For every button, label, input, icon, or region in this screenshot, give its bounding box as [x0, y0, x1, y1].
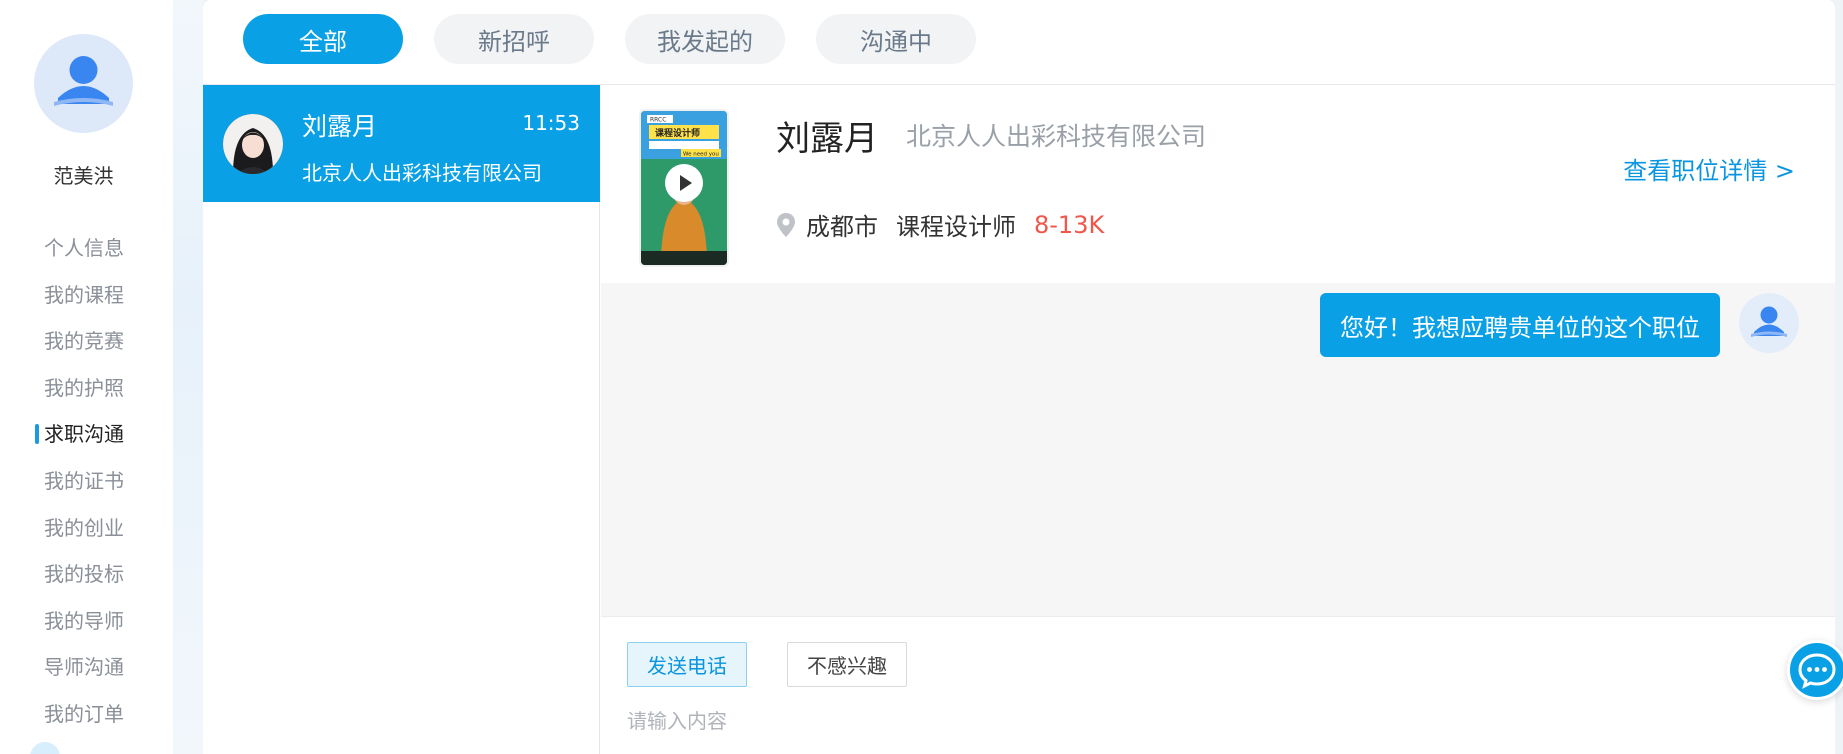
contact-avatar [223, 114, 283, 174]
sidebar-item-my-competitions[interactable]: 我的竞赛 [0, 329, 167, 376]
conversation-list: 刘露月 11:53 北京人人出彩科技有限公司 [203, 85, 600, 754]
conversation-company: 北京人人出彩科技有限公司 [302, 161, 542, 185]
tab-new-greetings[interactable]: 新招呼 [434, 14, 594, 64]
conversation-time: 11:53 [522, 111, 580, 135]
user-name: 范美洪 [53, 164, 114, 188]
job-company: 北京人人出彩科技有限公司 [906, 122, 1207, 151]
sidebar-item-my-passport[interactable]: 我的护照 [0, 376, 167, 423]
sidebar-item-personal-info[interactable]: 个人信息 [0, 236, 167, 283]
job-contact-name: 刘露月 [776, 119, 878, 159]
conversation-contact-name: 刘露月 [302, 112, 378, 141]
sidebar-item-my-courses[interactable]: 我的课程 [0, 283, 167, 330]
message-input[interactable] [627, 701, 1727, 741]
sidebar-item-mentor-chat[interactable]: 导师沟通 [0, 655, 167, 702]
not-interested-button[interactable]: 不感兴趣 [787, 642, 907, 687]
page: 范美洪 个人信息 我的课程 我的竞赛 我的护照 求职沟通 我的证书 我的创业 我… [0, 0, 1843, 754]
message-bubble: 您好！我想应聘贵单位的这个职位 [1320, 293, 1720, 357]
tab-in-communication[interactable]: 沟通中 [816, 14, 976, 64]
filter-tabs: 全部 新招呼 我发起的 沟通中 [243, 14, 976, 64]
tab-initiated-by-me[interactable]: 我发起的 [625, 14, 785, 64]
sidebar-item-my-certificates[interactable]: 我的证书 [0, 469, 167, 516]
chat-panel: RRCC 课程设计师 We need you 刘露月 北京人人出彩科技有限公司 … [601, 85, 1835, 754]
job-meta: 成都市 课程设计师 8-13K [776, 207, 1104, 242]
message-area: 您好！我想应聘贵单位的这个职位 [601, 283, 1835, 616]
sidebar-item-label: 求职沟通 [44, 422, 124, 447]
background-gap [173, 0, 203, 754]
thumbnail-heading: 课程设计师 [655, 127, 700, 139]
user-avatar-icon [1739, 293, 1799, 353]
sidebar-item-my-startup[interactable]: 我的创业 [0, 516, 167, 563]
sidebar-menu: 个人信息 我的课程 我的竞赛 我的护照 求职沟通 我的证书 我的创业 我的投标 … [0, 236, 167, 749]
sidebar: 范美洪 个人信息 我的课程 我的竞赛 我的护照 求职沟通 我的证书 我的创业 我… [0, 0, 173, 754]
job-title: 课程设计师 [896, 213, 1016, 241]
sidebar-item-label: 我的创业 [44, 515, 124, 540]
sidebar-item-label: 我的导师 [44, 608, 124, 633]
send-phone-button[interactable]: 发送电话 [627, 642, 747, 687]
tab-all[interactable]: 全部 [243, 14, 403, 64]
sidebar-item-job-chat[interactable]: 求职沟通 [0, 422, 167, 469]
sidebar-item-label: 我的竞赛 [44, 329, 124, 354]
job-salary: 8-13K [1034, 210, 1105, 239]
user-avatar-icon[interactable] [34, 34, 133, 133]
sidebar-item-label: 导师沟通 [44, 655, 124, 680]
job-card: RRCC 课程设计师 We need you 刘露月 北京人人出彩科技有限公司 … [601, 85, 1835, 283]
main-panel: 全部 新招呼 我发起的 沟通中 刘露月 11:53 北京人人出彩科技有限公司 R… [203, 0, 1835, 754]
sidebar-item-my-bids[interactable]: 我的投标 [0, 562, 167, 609]
right-edge [1835, 0, 1843, 754]
sidebar-item-label: 个人信息 [44, 236, 124, 260]
play-icon[interactable] [665, 164, 703, 202]
thumbnail-tag: We need you [683, 152, 719, 158]
sidebar-item-label: 我的订单 [44, 701, 124, 726]
sidebar-item-label: 我的证书 [44, 468, 124, 493]
sidebar-item-my-mentor[interactable]: 我的导师 [0, 609, 167, 656]
sidebar-item-label: 我的护照 [44, 375, 124, 400]
job-video-thumbnail[interactable]: RRCC 课程设计师 We need you [639, 109, 729, 267]
sidebar-item-label: 我的课程 [44, 282, 124, 307]
conversation-item[interactable]: 刘露月 11:53 北京人人出彩科技有限公司 [203, 85, 600, 202]
chat-support-icon[interactable] [1787, 640, 1843, 700]
view-job-details-link[interactable]: 查看职位详情 > [1623, 151, 1795, 186]
location-pin-icon [776, 212, 796, 238]
thumbnail-badge: RRCC [650, 117, 666, 124]
sidebar-item-my-orders[interactable]: 我的订单 [0, 702, 167, 749]
job-city: 成都市 [806, 213, 878, 241]
message-composer: 发送电话 不感兴趣 [601, 616, 1835, 754]
sidebar-item-label: 我的投标 [44, 562, 124, 587]
